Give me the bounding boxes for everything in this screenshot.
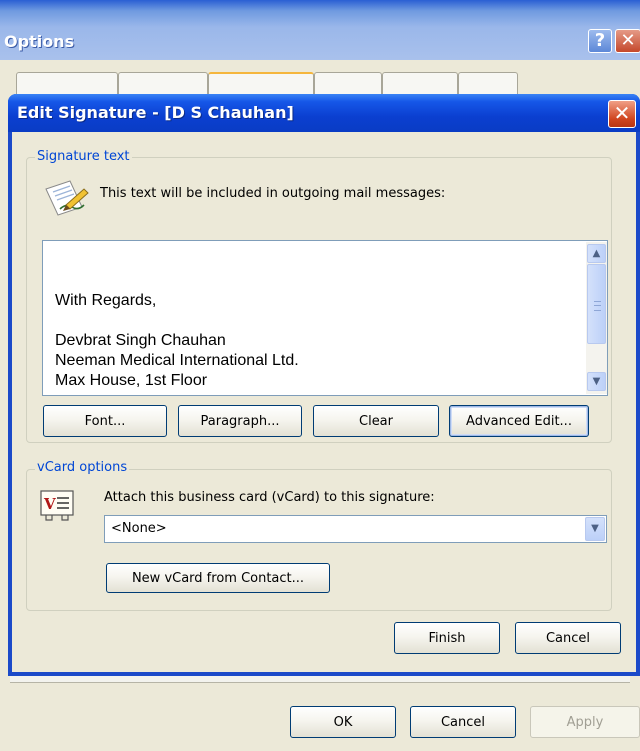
finish-button[interactable]: Finish [394,622,500,654]
vcard-attach-label: Attach this business card (vCard) to thi… [104,490,435,505]
clear-button[interactable]: Clear [313,405,439,437]
font-button[interactable]: Font... [43,405,167,437]
signature-text-content: With Regards, Devbrat Singh Chauhan Neem… [55,292,299,389]
options-window-title: Options [4,32,75,51]
signature-text-editor[interactable]: With Regards, Devbrat Singh Chauhan Neem… [42,240,608,396]
pen-paper-icon [45,180,89,216]
paragraph-button[interactable]: Paragraph... [178,405,302,437]
options-panel-edge [10,676,630,683]
scrollbar-thumb[interactable] [587,264,606,344]
vcard-options-legend: vCard options [35,460,130,475]
vcard-select-value: <None> [111,521,167,536]
scroll-up-arrow-icon[interactable]: ▲ [587,244,606,263]
edit-signature-title: Edit Signature - [D S Chauhan] [17,103,294,122]
advanced-edit-button[interactable]: Advanced Edit... [449,405,589,437]
apply-button[interactable]: Apply [530,706,640,738]
signature-scrollbar[interactable]: ▲ ▼ [586,242,607,394]
cancel-button[interactable]: Cancel [515,622,621,654]
ok-button[interactable]: OK [290,706,396,738]
help-icon[interactable]: ? [588,29,612,53]
chevron-down-icon[interactable]: ▼ [585,517,605,541]
close-icon[interactable]: ✕ [608,100,636,128]
signature-description: This text will be included in outgoing m… [100,186,446,201]
signature-text-legend: Signature text [35,149,132,164]
vcard-select[interactable]: <None> ▼ [104,515,607,543]
options-title-bar [0,0,640,60]
vcard-icon: V [40,490,74,521]
options-cancel-button[interactable]: Cancel [410,706,516,738]
svg-text:V: V [43,495,56,513]
scroll-down-arrow-icon[interactable]: ▼ [587,372,606,391]
scrollbar-grip-icon [594,301,601,311]
options-close-icon[interactable]: ✕ [615,29,640,53]
new-vcard-button[interactable]: New vCard from Contact... [106,563,330,593]
